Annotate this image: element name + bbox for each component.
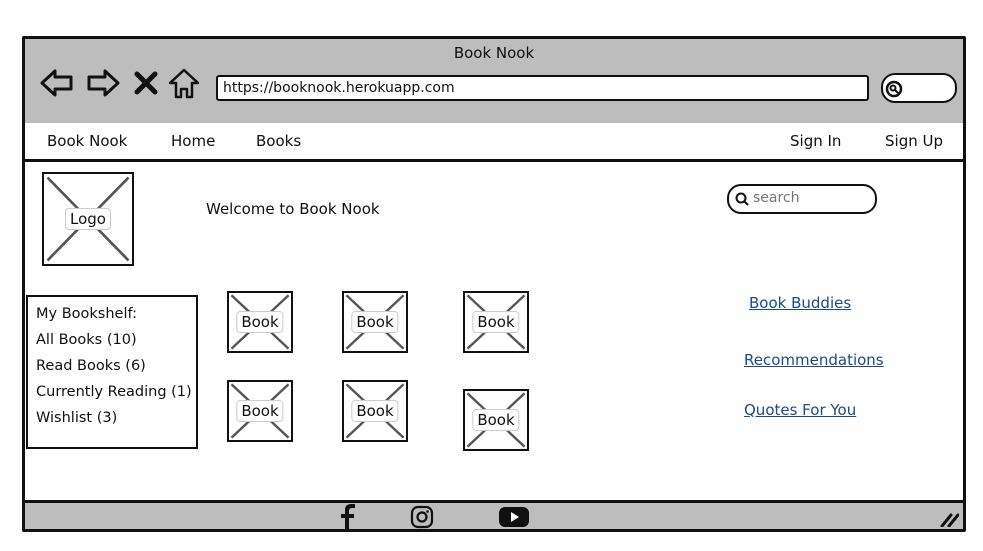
facebook-icon[interactable] (337, 503, 357, 531)
window-title: Book Nook (453, 44, 535, 62)
bookshelf-title: My Bookshelf: (36, 306, 137, 322)
youtube-icon[interactable] (499, 507, 529, 527)
book-card[interactable]: Book (342, 291, 408, 353)
close-icon[interactable] (131, 65, 161, 101)
back-arrow-icon[interactable] (39, 65, 75, 101)
resize-grip-icon[interactable] (939, 511, 959, 527)
browser-titlebar: Book Nook https://booknook.herokuapp.com (25, 39, 963, 126)
logo-label: Logo (65, 208, 111, 230)
book-card[interactable]: Book (463, 291, 529, 353)
bookshelf-wishlist[interactable]: Wishlist (3) (36, 405, 196, 431)
nav-sign-up[interactable]: Sign Up (885, 132, 943, 150)
book-label: Book (472, 409, 520, 431)
site-navbar: Book Nook Home Books Sign In Sign Up (25, 123, 963, 162)
book-card[interactable]: Book (342, 380, 408, 442)
book-label: Book (236, 400, 284, 422)
book-card[interactable]: Book (463, 389, 529, 451)
site-footer (25, 500, 963, 531)
address-bar[interactable]: https://booknook.herokuapp.com (216, 75, 869, 101)
logo-placeholder: Logo (42, 172, 134, 266)
link-recommendations[interactable]: Recommendations (744, 351, 884, 369)
forward-arrow-icon[interactable] (85, 65, 121, 101)
my-bookshelf: My Bookshelf: All Books (10) Read Books … (26, 295, 198, 449)
link-quotes-for-you[interactable]: Quotes For You (744, 401, 856, 419)
book-label: Book (472, 311, 520, 333)
site-search[interactable] (727, 184, 877, 214)
nav-books[interactable]: Books (256, 132, 301, 150)
nav-brand[interactable]: Book Nook (47, 132, 127, 150)
bookshelf-read-books[interactable]: Read Books (6) (36, 353, 196, 379)
browser-search-button[interactable] (881, 73, 957, 103)
welcome-text: Welcome to Book Nook (206, 200, 380, 218)
book-card[interactable]: Book (227, 380, 293, 442)
search-input[interactable] (753, 189, 863, 207)
home-icon[interactable] (166, 65, 202, 101)
book-card[interactable]: Book (227, 291, 293, 353)
link-book-buddies[interactable]: Book Buddies (749, 294, 851, 312)
nav-home[interactable]: Home (171, 132, 215, 150)
book-label: Book (351, 400, 399, 422)
search-icon (735, 192, 749, 206)
browser-window: Book Nook https://booknook.herokuapp.com… (22, 36, 966, 532)
book-label: Book (236, 311, 284, 333)
book-label: Book (351, 311, 399, 333)
instagram-icon[interactable] (410, 505, 434, 529)
bookshelf-currently-reading[interactable]: Currently Reading (1) (36, 379, 196, 405)
search-icon (885, 80, 903, 98)
nav-sign-in[interactable]: Sign In (790, 132, 841, 150)
bookshelf-all-books[interactable]: All Books (10) (36, 327, 196, 353)
